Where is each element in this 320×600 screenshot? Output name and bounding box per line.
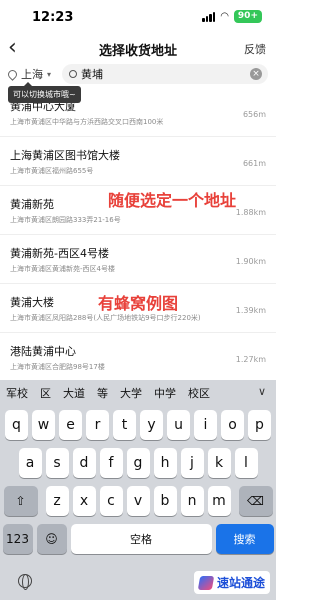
candidate-word[interactable]: 大学 <box>120 385 142 401</box>
key-t[interactable]: t <box>113 410 136 440</box>
annotation-pick-address: 随便选定一个地址 <box>108 191 237 210</box>
key-i[interactable]: i <box>194 410 217 440</box>
result-address: 上海市黄浦区福州路655号 <box>10 167 94 175</box>
page-title: 选择收货地址 <box>98 44 177 59</box>
list-item[interactable]: 港陆黄浦中心 上海市黄浦区合肥路98号17楼 1.27km <box>0 333 276 380</box>
status-bar: 12:23 ◠ 90+ <box>0 0 276 34</box>
battery-badge: 90+ <box>233 10 262 23</box>
list-item[interactable]: 黄浦新苑-西区4号楼 上海市黄浦区黄浦新苑-西区4号楼 1.90km <box>0 235 276 284</box>
key-b[interactable]: b <box>153 486 177 516</box>
watermark: 速站通途 <box>193 571 270 594</box>
key-d[interactable]: d <box>72 448 96 478</box>
search-row: 上海 ▾ × <box>0 64 276 84</box>
city-picker[interactable]: 上海 ▾ <box>6 66 52 82</box>
key-row-3: ⇧ z x c v b n m ⌫ <box>0 486 276 516</box>
wifi-icon: ◠ <box>220 11 229 22</box>
search-key[interactable]: 搜索 <box>215 524 274 554</box>
result-address: 上海市黄浦区凤阳路288号(人民广场地铁站9号口步行220米) <box>10 314 201 322</box>
watermark-logo-icon <box>197 575 215 590</box>
key-q[interactable]: q <box>5 410 28 440</box>
candidate-word[interactable]: 等 <box>97 385 108 401</box>
key-f[interactable]: f <box>99 448 123 478</box>
result-distance: 656m <box>242 110 266 119</box>
candidate-word[interactable]: 区 <box>40 385 51 401</box>
key-g[interactable]: g <box>126 448 150 478</box>
status-time: 12:23 <box>32 10 74 25</box>
key-z[interactable]: z <box>45 486 69 516</box>
result-name: 上海黄浦区图书馆大楼 <box>10 149 120 162</box>
status-icons: ◠ 90+ <box>202 10 262 23</box>
key-m[interactable]: m <box>207 486 231 516</box>
key-s[interactable]: s <box>45 448 69 478</box>
feedback-button[interactable]: 反馈 <box>244 41 266 57</box>
key-n[interactable]: n <box>180 486 204 516</box>
result-address: 上海市黄浦区黄浦新苑-西区4号楼 <box>10 265 115 273</box>
key-e[interactable]: e <box>59 410 82 440</box>
result-distance: 1.88km <box>235 208 266 217</box>
candidate-bar: 军校 区 大道 等 大学 中学 校区 ∨ <box>0 380 276 406</box>
city-tooltip: 可以切换城市哦~ <box>8 82 81 103</box>
key-l[interactable]: l <box>234 448 258 478</box>
cellular-signal-icon <box>202 11 216 22</box>
candidate-word[interactable]: 中学 <box>154 385 176 401</box>
key-x[interactable]: x <box>72 486 96 516</box>
key-k[interactable]: k <box>207 448 231 478</box>
result-name: 港陆黄浦中心 <box>10 345 76 358</box>
search-input[interactable] <box>81 67 241 81</box>
result-address: 上海市黄浦区合肥路98号17楼 <box>10 363 105 371</box>
result-address: 上海市黄浦区朗园路333弄21-16号 <box>10 216 121 224</box>
candidate-word[interactable]: 校区 <box>188 385 210 401</box>
key-h[interactable]: h <box>153 448 177 478</box>
key-j[interactable]: j <box>180 448 204 478</box>
result-name: 黄浦新苑 <box>10 198 54 211</box>
result-address: 上海市黄浦区中华路与方浜西路交叉口西南100米 <box>10 118 164 126</box>
results-list: 黄浦中心大厦 上海市黄浦区中华路与方浜西路交叉口西南100米 656m 上海黄浦… <box>0 88 276 380</box>
key-p[interactable]: p <box>248 410 271 440</box>
key-a[interactable]: a <box>18 448 42 478</box>
key-v[interactable]: v <box>126 486 150 516</box>
list-item[interactable]: 上海黄浦区图书馆大楼 上海市黄浦区福州路655号 661m <box>0 137 276 186</box>
candidate-word[interactable]: 大道 <box>63 385 85 401</box>
collapse-candidates-icon[interactable]: ∨ <box>258 385 266 398</box>
watermark-text: 速站通途 <box>216 576 265 590</box>
result-distance: 1.27km <box>235 355 266 364</box>
delete-key[interactable]: ⌫ <box>238 486 273 516</box>
result-distance: 661m <box>242 159 266 168</box>
search-box[interactable]: × <box>62 64 268 84</box>
key-row-1: q w e r t y u i o p <box>0 410 276 440</box>
key-w[interactable]: w <box>32 410 55 440</box>
key-c[interactable]: c <box>99 486 123 516</box>
key-u[interactable]: u <box>167 410 190 440</box>
search-icon <box>69 70 77 78</box>
annotation-hive-example: 有蜂窝例图 <box>98 294 179 313</box>
candidate-word[interactable]: 军校 <box>6 385 28 401</box>
location-pin-icon <box>6 67 19 81</box>
space-key[interactable]: 空格 <box>70 524 212 554</box>
clear-icon[interactable]: × <box>250 68 262 80</box>
result-distance: 1.90km <box>235 257 266 266</box>
shift-key[interactable]: ⇧ <box>3 486 38 516</box>
key-y[interactable]: y <box>140 410 163 440</box>
numbers-key[interactable]: 123 <box>2 524 33 554</box>
city-label: 上海 <box>21 68 43 81</box>
nav-bar: ‹ 选择收货地址 反馈 <box>0 34 276 64</box>
key-r[interactable]: r <box>86 410 109 440</box>
key-row-4: 123 ☺ 空格 搜索 <box>0 524 276 554</box>
keyboard: 军校 区 大道 等 大学 中学 校区 ∨ q w e r t y u i o p… <box>0 380 276 600</box>
result-name: 黄浦新苑-西区4号楼 <box>10 247 109 260</box>
key-row-2: a s d f g h j k l <box>0 448 276 478</box>
emoji-key[interactable]: ☺ <box>36 524 67 554</box>
result-name: 黄浦大楼 <box>10 296 54 309</box>
globe-icon[interactable] <box>18 574 32 590</box>
key-o[interactable]: o <box>221 410 244 440</box>
result-distance: 1.39km <box>235 306 266 315</box>
chevron-down-icon: ▾ <box>47 69 52 79</box>
